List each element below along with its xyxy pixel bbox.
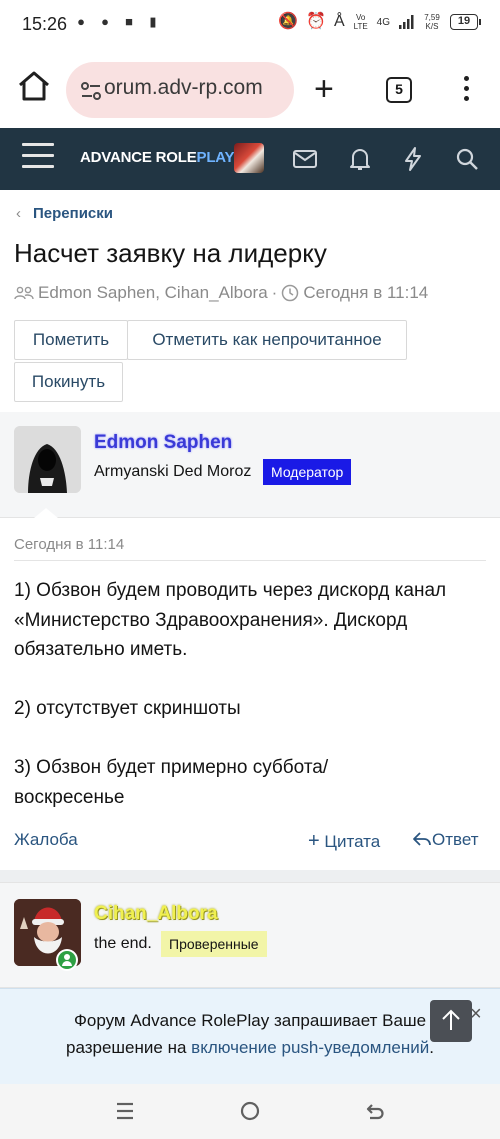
logo-word-role: ROLE (155, 149, 197, 166)
bell-icon[interactable] (347, 146, 373, 172)
report-link[interactable]: Жалоба (14, 830, 78, 850)
volte-indicator: Vo LTE (353, 13, 368, 31)
mute-icon: 🔕 (278, 13, 299, 30)
url-text: orum.adv-rp.com (104, 76, 263, 99)
logo-word-play: PLAY (196, 149, 235, 166)
network-type: 4G (376, 16, 390, 28)
fire-icon: ● (77, 14, 85, 29)
notification-icons: ● ● ■ ▮ (74, 14, 160, 30)
post-pointer (34, 508, 58, 518)
system-icons: 🔕 ⏰ Å Vo LTE 4G 7,59 K/S 19 (278, 12, 481, 32)
post-date[interactable]: Сегодня в 11:14 (14, 536, 124, 553)
logo-word-advance: ADVANCE (80, 149, 156, 166)
plus-icon: + (308, 830, 320, 852)
status-bar: 15:26 ● ● ■ ▮ 🔕 ⏰ Å Vo LTE 4G 7,59 K/S 19 (0, 0, 500, 52)
post-user-title: Armyanski Ded Moroz (94, 463, 252, 480)
net-speed-unit: K/S (425, 22, 439, 31)
quote-label: Цитата (324, 832, 381, 851)
breadcrumb[interactable]: ‹ Переписки (16, 205, 113, 222)
post-separator (0, 870, 500, 882)
breadcrumb-label: Переписки (33, 205, 113, 222)
system-navigation-bar (0, 1084, 500, 1139)
quote-link[interactable]: + Цитата (308, 830, 380, 853)
new-tab-icon[interactable]: + (314, 72, 334, 106)
post-paragraph: 1) Обзвон будем проводить через дискорд … (14, 580, 447, 660)
thread-participants[interactable]: Edmon Saphen, Cihan_Albora (38, 283, 268, 303)
inbox-icon[interactable] (292, 146, 318, 172)
search-icon[interactable] (454, 146, 480, 172)
post-paragraph: 2) отсутствует скриншоты (14, 698, 241, 719)
browser-menu-icon[interactable] (458, 76, 474, 106)
recent-apps-icon[interactable] (114, 1100, 136, 1122)
scroll-to-top-button[interactable] (430, 1000, 472, 1042)
reply-arrow-icon (413, 832, 431, 846)
battery-icon: 19 (450, 14, 481, 30)
page-title: Насчет заявку на лидерку (14, 238, 327, 268)
hamburger-menu-icon[interactable] (22, 143, 54, 173)
meta-separator: · (271, 283, 278, 302)
site-settings-icon[interactable] (80, 80, 102, 102)
thread-meta: Edmon Saphen, Cihan_Albora · Сегодня в 1… (14, 283, 428, 303)
post-username[interactable]: Edmon Saphen (94, 432, 232, 454)
post-user-title: the end. (94, 935, 152, 952)
arrow-up-icon (442, 1009, 460, 1030)
post-divider (14, 560, 486, 561)
chat-bubble-icon: ● (101, 14, 109, 29)
post-body: 1) Обзвон будем проводить через дискорд … (14, 576, 484, 812)
push-permission-banner: Форум Advance RolePlay запрашивает Ваше … (0, 988, 500, 1084)
tab-switcher-button[interactable]: 5 (386, 77, 412, 103)
enable-push-link[interactable]: включение push-уведомлений (191, 1038, 429, 1057)
post-username[interactable]: Cihan_Albora (94, 903, 218, 925)
hooded-figure-avatar (14, 426, 81, 493)
avatar[interactable] (14, 426, 81, 493)
push-banner-text: Форум Advance RolePlay запрашивает Ваше … (30, 1007, 470, 1061)
home-circle-icon[interactable] (239, 1100, 261, 1122)
mark-button[interactable]: Пометить (14, 320, 128, 360)
reply-link[interactable]: Ответ (412, 830, 479, 850)
leave-button[interactable]: Покинуть (14, 362, 123, 402)
app-notification-icon: ■ (125, 14, 133, 29)
post-author-block: Edmon Saphen Armyanski Ded Moroz Модерат… (0, 412, 500, 518)
forum-logo[interactable]: ADVANCE ROLEPLAY (80, 149, 235, 166)
thread-date: Сегодня в 11:14 (303, 283, 429, 302)
signal-strength-icon (399, 15, 414, 29)
browser-toolbar: orum.adv-rp.com + 5 (0, 52, 500, 128)
address-bar[interactable]: orum.adv-rp.com (66, 62, 294, 118)
sd-card-icon: ▮ (149, 14, 157, 29)
moderator-badge: Модератор (263, 459, 352, 485)
net-speed-value: 7,59 (424, 13, 440, 22)
bluetooth-icon: Å (333, 13, 345, 30)
post-author-block: Cihan_Albora the end. Проверенные (0, 882, 500, 988)
forum-navbar: ADVANCE ROLEPLAY (0, 128, 500, 190)
participants-icon (14, 286, 34, 300)
status-time: 15:26 (22, 14, 68, 34)
home-icon[interactable] (16, 68, 52, 104)
post-actions: Жалоба + Цитата Ответ (0, 826, 500, 856)
alarm-icon: ⏰ (306, 13, 326, 30)
net-speed: 7,59 K/S (422, 13, 442, 31)
reply-label: Ответ (432, 830, 479, 849)
mark-unread-button[interactable]: Отметить как непрочитанное (127, 320, 407, 360)
account-avatar[interactable] (234, 143, 264, 173)
verified-badge: Проверенные (161, 931, 267, 957)
post-paragraph: 3) Обзвон будет примерно суббота/воскрес… (14, 757, 329, 808)
lightning-icon[interactable] (400, 146, 426, 172)
chevron-left-icon: ‹ (16, 205, 21, 222)
back-icon[interactable] (364, 1100, 386, 1122)
online-indicator-icon (56, 949, 78, 971)
clock-icon (282, 284, 299, 302)
